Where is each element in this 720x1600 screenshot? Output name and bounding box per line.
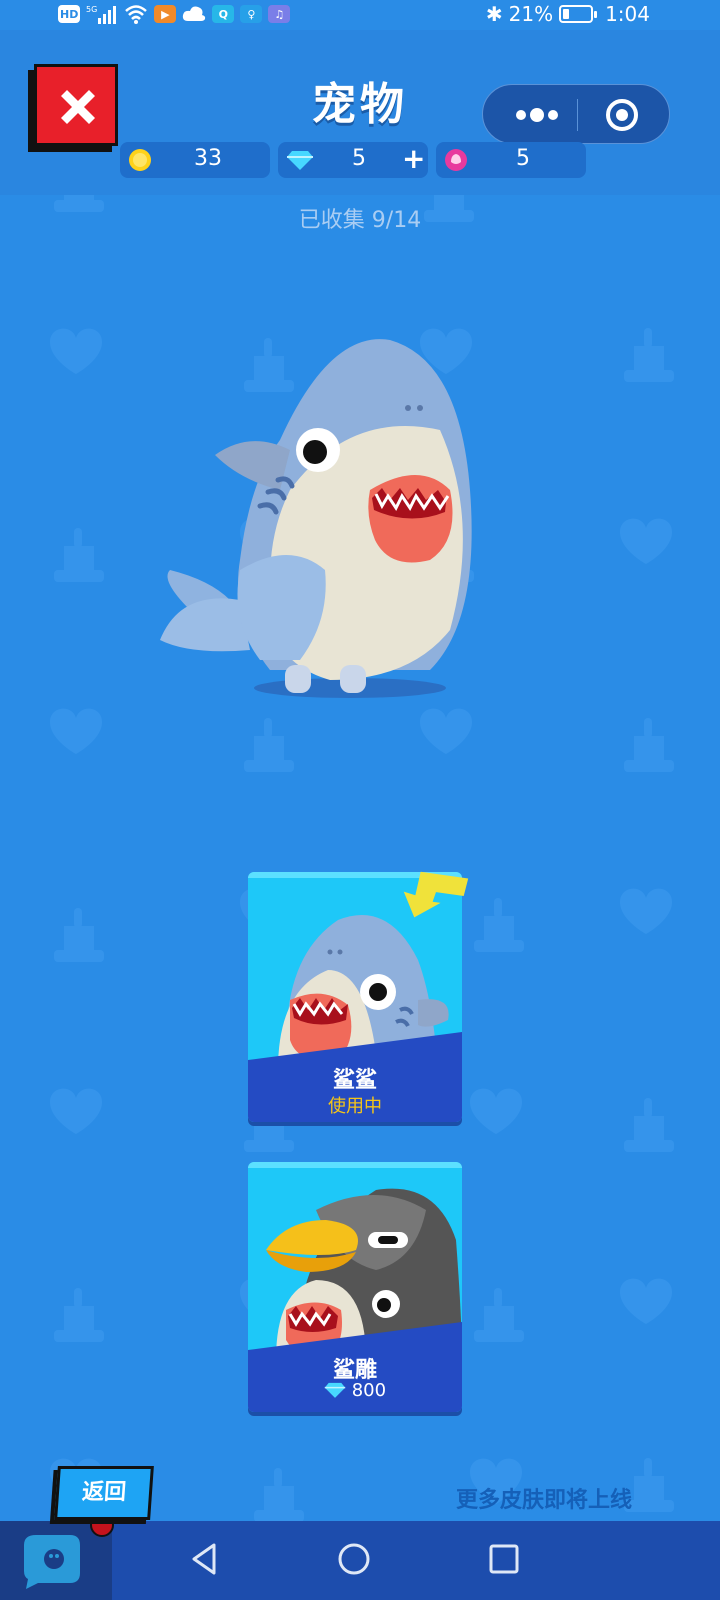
hd-icon: HD xyxy=(58,5,81,23)
selected-arrow-icon xyxy=(403,871,469,918)
flower-token-icon xyxy=(445,149,467,171)
back-nav-icon[interactable] xyxy=(186,1539,226,1579)
skin-name: 鲨鲨 xyxy=(332,1068,377,1093)
bluetooth-icon: ✱ xyxy=(485,2,503,26)
diamond-value: 5 xyxy=(352,146,366,171)
battery-icon xyxy=(559,5,598,23)
diamond-counter: 5 + xyxy=(278,142,428,178)
token-value: 5 xyxy=(516,146,530,171)
coin-value: 33 xyxy=(194,146,222,171)
mini-program-capsule xyxy=(482,84,670,144)
music-app-icon: ♫ xyxy=(268,5,291,23)
recents-nav-icon[interactable] xyxy=(484,1539,524,1579)
signal-5g-icon: 5G xyxy=(86,5,117,24)
diamond-icon xyxy=(287,151,313,170)
collected-count: 已收集 9/14 xyxy=(298,208,422,233)
add-diamond-button[interactable]: + xyxy=(402,142,425,175)
token-counter: 5 xyxy=(436,142,586,178)
battery-percent: 21% xyxy=(508,2,554,26)
chat-bubble-button[interactable] xyxy=(0,1513,114,1600)
target-icon[interactable] xyxy=(605,98,639,132)
coin-icon xyxy=(129,149,151,171)
skin-price: 800 xyxy=(248,1380,462,1401)
back-button[interactable]: 返回 xyxy=(54,1466,154,1520)
status-icons: HD 5G ▶ Q ♀ ♫ xyxy=(58,4,291,24)
bulb-app-icon: ♀ xyxy=(240,5,263,23)
shark-pet-illustration xyxy=(160,339,472,698)
skin-card-shark-eagle[interactable]: 鲨雕 800 xyxy=(248,1162,462,1412)
status-right: ✱ 21% 1:04 xyxy=(486,2,650,26)
search-app-icon: Q xyxy=(212,5,235,23)
capsule-divider xyxy=(577,99,578,131)
skin-status: 使用中 xyxy=(328,1096,382,1117)
more-skins-notice: 更多皮肤即将上线 xyxy=(456,1488,633,1513)
svg-text:5G: 5G xyxy=(86,5,97,14)
diamond-icon xyxy=(324,1382,346,1398)
clock: 1:04 xyxy=(605,2,650,26)
coin-counter: 33 xyxy=(120,142,270,178)
chat-icon xyxy=(24,1535,80,1589)
video-app-icon: ▶ xyxy=(154,5,177,23)
wifi-icon xyxy=(125,5,148,24)
skin-price-value: 800 xyxy=(351,1380,387,1401)
cloud-icon xyxy=(183,6,206,21)
home-nav-icon[interactable] xyxy=(334,1539,374,1579)
more-dots-icon[interactable] xyxy=(507,103,567,127)
status-bar: HD 5G ▶ Q ♀ ♫ ✱ 21% 1:04 xyxy=(0,0,720,30)
card-highlight xyxy=(248,1162,462,1168)
